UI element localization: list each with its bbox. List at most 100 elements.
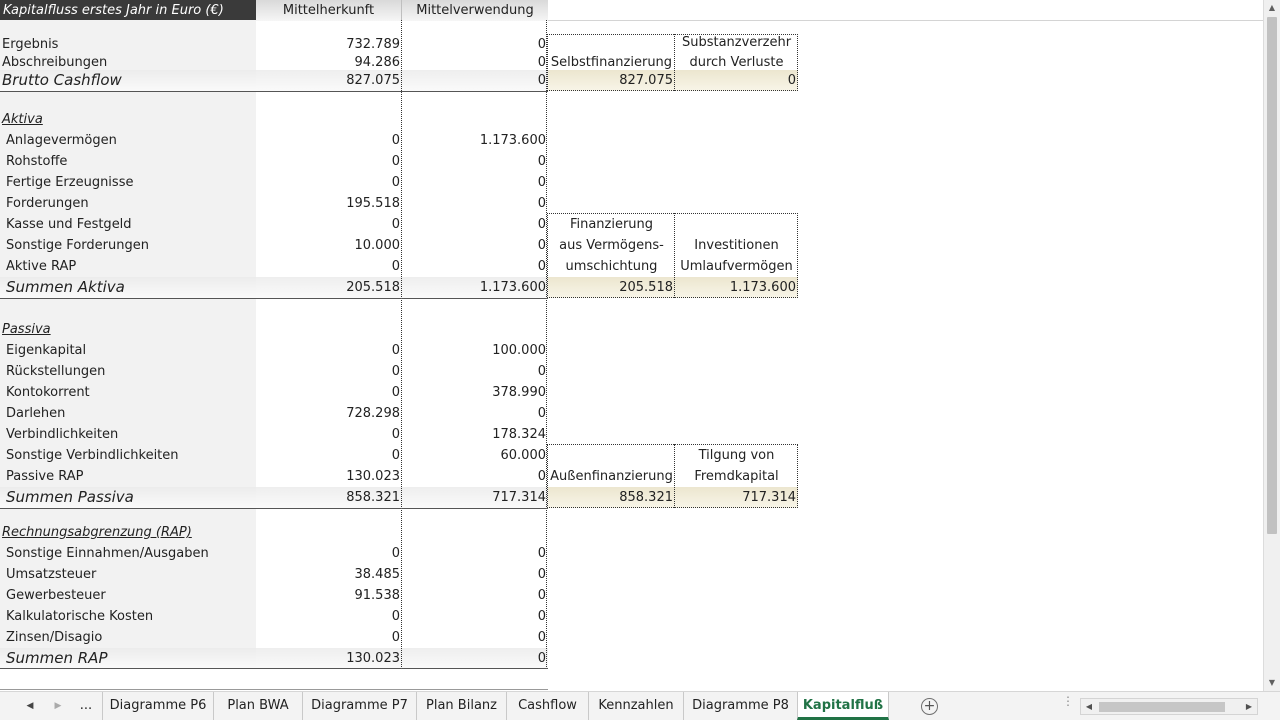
value-cell[interactable]: 0 — [256, 172, 402, 193]
value-cell[interactable]: 0 — [256, 382, 402, 403]
table-row[interactable]: Forderungen 195.518 0 — [0, 193, 1263, 214]
value-cell[interactable]: 195.518 — [256, 193, 402, 214]
row-label[interactable]: Forderungen — [0, 193, 256, 214]
section-row[interactable]: Aktiva — [0, 109, 1263, 130]
sheet-title[interactable]: Kapitalfluss erstes Jahr in Euro (€) — [0, 0, 256, 21]
value-cell[interactable]: 0 — [256, 445, 402, 466]
table-row[interactable]: Kalkulatorische Kosten 0 0 — [0, 606, 1263, 627]
section-title-aktiva[interactable]: Aktiva — [0, 109, 256, 130]
sum-value[interactable]: 827.075 — [256, 70, 402, 91]
empty-header-area[interactable] — [548, 0, 1263, 21]
value-cell[interactable]: 0 — [402, 193, 548, 214]
value-cell[interactable]: 0 — [256, 340, 402, 361]
tab-kennzahlen[interactable]: Kennzahlen — [588, 692, 683, 720]
tab-cashflow[interactable]: Cashflow — [506, 692, 588, 720]
table-row[interactable]: Darlehen 728.298 0 — [0, 403, 1263, 424]
value-cell[interactable]: 728.298 — [256, 403, 402, 424]
spreadsheet-grid[interactable]: Kapitalfluss erstes Jahr in Euro (€) Mit… — [0, 0, 1263, 691]
label-cell[interactable] — [0, 298, 256, 319]
arrow-left-icon[interactable]: ◀ — [1081, 699, 1097, 714]
row-label[interactable]: Sonstige Forderungen — [0, 235, 256, 256]
triangle-right-icon[interactable]: ▶ — [49, 697, 67, 715]
row-label[interactable]: Passive RAP — [0, 466, 256, 487]
sum-label[interactable]: Summen Passiva — [0, 487, 256, 508]
value-cell[interactable]: 178.324 — [402, 424, 548, 445]
value-cell[interactable]: 0 — [402, 627, 548, 648]
table-row[interactable]: Fertige Erzeugnisse 0 0 — [0, 172, 1263, 193]
row-label[interactable]: Kontokorrent — [0, 382, 256, 403]
value-cell[interactable]: 0 — [256, 256, 402, 277]
value-cell[interactable]: 60.000 — [402, 445, 548, 466]
value-cell[interactable]: 0 — [402, 151, 548, 172]
value-cell[interactable]: 1.173.600 — [402, 130, 548, 151]
more-sheets-button[interactable]: ... — [70, 692, 102, 720]
table-row[interactable]: Verbindlichkeiten 0 178.324 — [0, 424, 1263, 445]
value-cell[interactable]: 0 — [256, 214, 402, 235]
column-header-mittelherkunft[interactable]: Mittelherkunft — [256, 0, 402, 21]
row-label[interactable]: Kalkulatorische Kosten — [0, 606, 256, 627]
arrow-right-icon[interactable]: ▶ — [1241, 699, 1257, 714]
sum-row[interactable]: Summen RAP 130.023 0 — [0, 648, 1263, 669]
value-cell[interactable]: 130.023 — [256, 466, 402, 487]
value-cell[interactable]: 0 — [256, 627, 402, 648]
sum-value[interactable]: 717.314 — [402, 487, 548, 508]
column-header-mittelverwendung[interactable]: Mittelverwendung — [402, 0, 548, 21]
sum-value[interactable]: 1.173.600 — [402, 277, 548, 298]
table-row[interactable]: Gewerbesteuer 91.538 0 — [0, 585, 1263, 606]
row-label[interactable]: Rohstoffe — [0, 151, 256, 172]
row-label[interactable]: Fertige Erzeugnisse — [0, 172, 256, 193]
table-row[interactable]: Sonstige Einnahmen/Ausgaben 0 0 — [0, 543, 1263, 564]
value-cell[interactable]: 0 — [256, 606, 402, 627]
value-cell[interactable]: 0 — [402, 256, 548, 277]
sum-value[interactable]: 858.321 — [256, 487, 402, 508]
table-row[interactable]: Eigenkapital 0 100.000 — [0, 340, 1263, 361]
tab-plan-bilanz[interactable]: Plan Bilanz — [416, 692, 506, 720]
horizontal-scrollbar[interactable]: ◀ ▶ — [1080, 698, 1258, 715]
row-label[interactable]: Umsatzsteuer — [0, 564, 256, 585]
value-cell[interactable]: 0 — [402, 585, 548, 606]
value-cell[interactable]: 0 — [256, 151, 402, 172]
row-label[interactable]: Darlehen — [0, 403, 256, 424]
value-cell[interactable]: 0 — [402, 606, 548, 627]
row-label[interactable]: Sonstige Verbindlichkeiten — [0, 445, 256, 466]
scroll-thumb[interactable] — [1099, 702, 1225, 712]
value-cell[interactable]: 0 — [402, 235, 548, 256]
section-title-rap[interactable]: Rechnungsabgrenzung (RAP) — [0, 522, 256, 543]
value-cell[interactable]: 38.485 — [256, 564, 402, 585]
table-row[interactable]: Zinsen/Disagio 0 0 — [0, 627, 1263, 648]
value-cell[interactable]: 0 — [402, 172, 548, 193]
row-label[interactable]: Eigenkapital — [0, 340, 256, 361]
label-cell[interactable] — [0, 20, 256, 34]
sum-value[interactable]: 0 — [402, 70, 548, 91]
tab-kapitalfluss[interactable]: Kapitalfluß — [797, 692, 889, 720]
row-label[interactable]: Kasse und Festgeld — [0, 214, 256, 235]
value-cell[interactable]: 0 — [402, 214, 548, 235]
tab-diagramme-p7[interactable]: Diagramme P7 — [302, 692, 416, 720]
value-cell[interactable]: 10.000 — [256, 235, 402, 256]
section-title-passiva[interactable]: Passiva — [0, 319, 256, 340]
tab-diagramme-p8[interactable]: Diagramme P8 — [683, 692, 797, 720]
sum-label[interactable]: Summen Aktiva — [0, 277, 256, 298]
label-cell[interactable] — [0, 508, 256, 522]
vertical-scrollbar[interactable]: ▲ ▼ — [1263, 0, 1280, 691]
table-row[interactable]: Anlagevermögen 0 1.173.600 — [0, 130, 1263, 151]
plus-circle-icon[interactable]: + — [921, 698, 938, 715]
scroll-thumb[interactable] — [1267, 17, 1277, 534]
value-cell[interactable]: 0 — [402, 361, 548, 382]
splitter-handle[interactable]: ⋮ — [1062, 695, 1074, 714]
row-label[interactable]: Zinsen/Disagio — [0, 627, 256, 648]
sum-value[interactable]: 205.518 — [256, 277, 402, 298]
label-cell[interactable] — [0, 91, 256, 109]
value-cell[interactable]: 0 — [256, 424, 402, 445]
value-cell[interactable]: 0 — [402, 403, 548, 424]
row-label[interactable]: Sonstige Einnahmen/Ausgaben — [0, 543, 256, 564]
arrow-up-icon[interactable]: ▲ — [1264, 0, 1280, 16]
row-label[interactable]: Verbindlichkeiten — [0, 424, 256, 445]
row-label[interactable]: Gewerbesteuer — [0, 585, 256, 606]
triangle-left-icon[interactable]: ◀ — [21, 697, 39, 715]
row-label[interactable]: Aktive RAP — [0, 256, 256, 277]
sum-value[interactable]: 130.023 — [256, 648, 402, 669]
value-cell[interactable]: 91.538 — [256, 585, 402, 606]
table-row[interactable]: Rohstoffe 0 0 — [0, 151, 1263, 172]
value-cell[interactable]: 378.990 — [402, 382, 548, 403]
